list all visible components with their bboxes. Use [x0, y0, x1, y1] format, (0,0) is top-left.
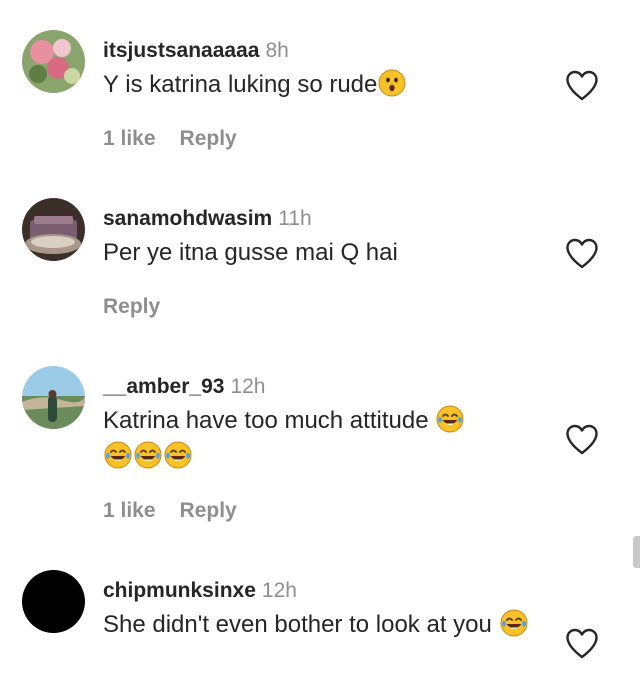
heart-outline-icon[interactable]	[565, 628, 599, 660]
timestamp: 11h	[278, 207, 312, 230]
username-link[interactable]: sanamohdwasim	[103, 207, 272, 230]
heart-outline-icon[interactable]	[565, 70, 599, 102]
heart-outline-icon[interactable]	[565, 238, 599, 270]
timestamp: 12h	[230, 375, 266, 398]
username-link[interactable]: chipmunksinxe	[103, 579, 256, 602]
comment-text-body: She didn't even bother to look at you	[103, 611, 492, 638]
comment-actions: 1 like Reply	[103, 499, 237, 523]
avatar[interactable]	[22, 366, 85, 429]
comment-text: Katrina have too much attitude	[103, 403, 563, 475]
comment-text-body: Katrina have too much attitude	[103, 407, 429, 434]
reply-button[interactable]: Reply	[103, 295, 160, 318]
heart-outline-icon[interactable]	[565, 424, 599, 456]
face-with-tears-of-joy-emoji	[134, 441, 162, 469]
comment-text-body: Per ye itna gusse mai Q hai	[103, 239, 398, 266]
timestamp: 8h	[265, 39, 289, 62]
comment-header: sanamohdwasim 11h	[103, 205, 312, 232]
comment-actions: Reply	[103, 295, 160, 319]
comment-text: Y is katrina luking so rude	[103, 67, 563, 103]
timestamp: 12h	[261, 579, 297, 602]
face-with-tears-of-joy-emoji	[164, 441, 192, 469]
comment-header: itsjustsanaaaaa 8h	[103, 37, 289, 64]
scrollbar-thumb[interactable]	[633, 536, 640, 568]
comment-actions: 1 like Reply	[103, 127, 237, 151]
hushed-face-emoji	[378, 69, 406, 97]
likes-count[interactable]: 1 like	[103, 499, 156, 522]
comment-text-body: Y is katrina luking so rude	[103, 71, 378, 98]
reply-button[interactable]: Reply	[180, 499, 237, 522]
avatar[interactable]	[22, 570, 85, 633]
comment-header: chipmunksinxe 12h	[103, 577, 297, 604]
comment-text: Per ye itna gusse mai Q hai	[103, 235, 563, 271]
face-with-tears-of-joy-emoji	[104, 441, 132, 469]
username-link[interactable]: __amber_93	[103, 375, 224, 398]
face-with-tears-of-joy-emoji	[436, 405, 464, 433]
face-with-tears-of-joy-emoji	[500, 609, 528, 637]
avatar[interactable]	[22, 30, 85, 93]
likes-count[interactable]: 1 like	[103, 127, 156, 150]
avatar[interactable]	[22, 198, 85, 261]
comment-text: She didn't even bother to look at you	[103, 607, 533, 643]
username-link[interactable]: itsjustsanaaaaa	[103, 39, 259, 62]
reply-button[interactable]: Reply	[180, 127, 237, 150]
comment-header: __amber_93 12h	[103, 373, 265, 400]
